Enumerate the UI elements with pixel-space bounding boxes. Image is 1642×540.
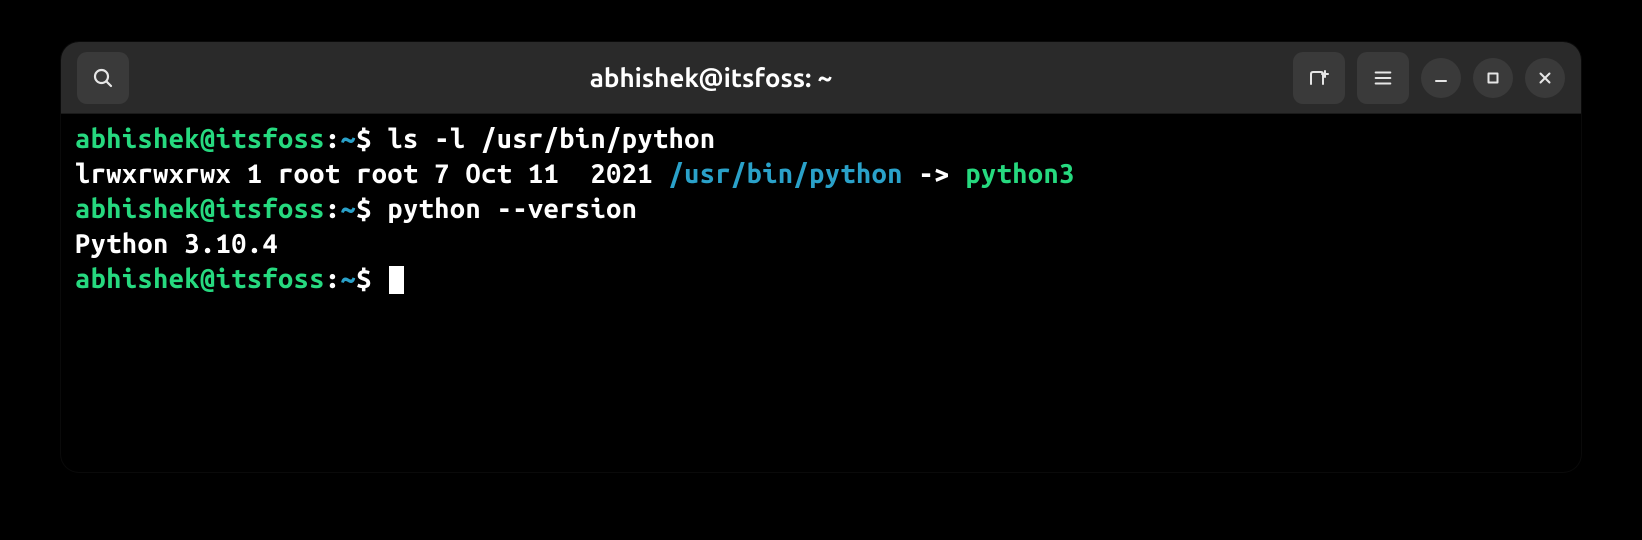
titlebar-right: [1293, 52, 1565, 104]
terminal-line: Python 3.10.4: [75, 227, 1567, 262]
prompt-path: ~: [341, 194, 357, 224]
terminal-line: lrwxrwxrwx 1 root root 7 Oct 11 2021 /us…: [75, 157, 1567, 192]
minimize-button[interactable]: [1421, 58, 1461, 98]
command-text: python --version: [387, 194, 637, 224]
prompt-colon: :: [325, 264, 341, 294]
symlink-path: /usr/bin/python: [669, 159, 903, 189]
terminal-line: abhishek@itsfoss:~$: [75, 262, 1567, 297]
prompt-path: ~: [341, 264, 357, 294]
maximize-button[interactable]: [1473, 58, 1513, 98]
terminal-window: abhishek@itsfoss: ~: [61, 42, 1581, 472]
terminal-line: abhishek@itsfoss:~$ python --version: [75, 192, 1567, 227]
prompt-colon: :: [325, 124, 341, 154]
close-button[interactable]: [1525, 58, 1565, 98]
output-text: Python 3.10.4: [75, 229, 278, 259]
prompt-colon: :: [325, 194, 341, 224]
search-icon: [91, 66, 115, 90]
prompt-dollar: $: [356, 124, 387, 154]
arrow-text: ->: [903, 159, 965, 189]
output-text: lrwxrwxrwx 1 root root 7 Oct 11 2021: [75, 159, 669, 189]
maximize-icon: [1485, 70, 1501, 86]
titlebar-left: [77, 52, 129, 104]
search-button[interactable]: [77, 52, 129, 104]
window-title: abhishek@itsfoss: ~: [129, 63, 1293, 92]
prompt-user: abhishek@itsfoss: [75, 194, 325, 224]
close-icon: [1537, 70, 1553, 86]
prompt-user: abhishek@itsfoss: [75, 264, 325, 294]
cursor: [389, 266, 404, 294]
symlink-target: python3: [965, 159, 1074, 189]
terminal-line: abhishek@itsfoss:~$ ls -l /usr/bin/pytho…: [75, 122, 1567, 157]
prompt-user: abhishek@itsfoss: [75, 124, 325, 154]
menu-button[interactable]: [1357, 52, 1409, 104]
hamburger-icon: [1372, 67, 1394, 89]
prompt-dollar: $: [356, 264, 387, 294]
titlebar: abhishek@itsfoss: ~: [61, 42, 1581, 114]
terminal-body[interactable]: abhishek@itsfoss:~$ ls -l /usr/bin/pytho…: [61, 114, 1581, 305]
new-tab-button[interactable]: [1293, 52, 1345, 104]
prompt-dollar: $: [356, 194, 387, 224]
new-tab-icon: [1307, 66, 1331, 90]
command-text: ls -l /usr/bin/python: [387, 124, 715, 154]
minimize-icon: [1433, 70, 1449, 86]
prompt-path: ~: [341, 124, 357, 154]
